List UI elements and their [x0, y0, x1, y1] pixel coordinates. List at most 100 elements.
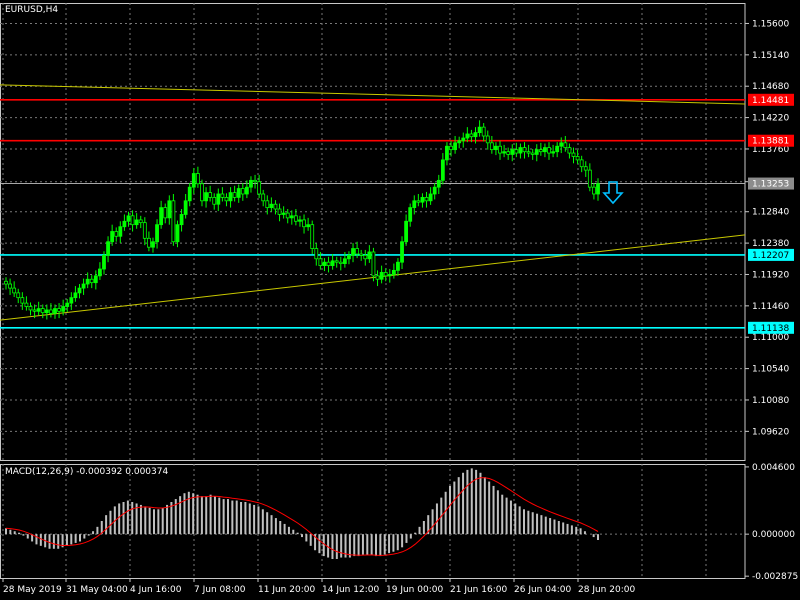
candle-body	[592, 186, 596, 195]
candle-body	[551, 151, 555, 154]
candle-body	[465, 133, 470, 139]
candle-body	[179, 214, 184, 226]
candle-body	[506, 151, 511, 155]
candle-body	[61, 306, 66, 312]
time-tick-label: 21 Jun 16:00	[450, 585, 507, 595]
candle-body	[575, 156, 580, 161]
candle-body	[44, 309, 49, 314]
candle-body	[69, 297, 74, 304]
candle-body	[273, 203, 278, 210]
candle-body	[195, 173, 200, 185]
candle-body	[77, 287, 82, 294]
candle-body	[224, 196, 229, 202]
candle-body	[440, 159, 445, 181]
candle-body	[494, 145, 498, 151]
candle-body	[4, 280, 8, 285]
price-tick-label: 1.10540	[752, 365, 789, 375]
candle-body	[338, 261, 343, 264]
candle-body	[146, 237, 151, 248]
candle-body	[322, 261, 327, 267]
candle-body	[130, 215, 135, 226]
candle-body	[155, 224, 159, 243]
level-tag-label: 1.14481	[752, 96, 789, 106]
candle-body	[489, 142, 494, 151]
price-tick-label: 1.15600	[752, 19, 789, 29]
candle-body	[167, 200, 172, 219]
candle-body	[216, 193, 221, 205]
time-tick-label: 19 Jun 00:00	[386, 585, 443, 595]
candle-body	[98, 268, 102, 277]
candle-body	[126, 215, 131, 222]
candle-body	[171, 200, 176, 243]
candle-body	[8, 283, 12, 289]
candle-body	[522, 147, 527, 153]
candle-body	[469, 133, 474, 138]
candle-body	[567, 147, 572, 154]
candle-body	[32, 309, 37, 312]
candle-body	[485, 135, 490, 144]
time-tick-label: 7 Jun 08:00	[194, 585, 246, 595]
trading-chart[interactable]: 1.156001.151401.146801.142201.137601.132…	[0, 0, 800, 600]
candle-body	[265, 200, 270, 209]
candle-body	[40, 308, 45, 314]
candle-body	[596, 183, 600, 195]
candle-body	[281, 212, 286, 215]
candle-body	[289, 215, 294, 219]
candle-body	[269, 203, 274, 209]
candle-body	[106, 241, 110, 256]
candle-body	[579, 159, 584, 168]
candle-body	[118, 226, 123, 237]
candle-body	[310, 224, 315, 249]
candle-body	[563, 142, 568, 149]
price-tick-label: 1.11920	[752, 270, 789, 280]
price-tick-label: 1.11000	[752, 333, 789, 343]
candle-body	[412, 200, 417, 209]
candle-body	[232, 192, 237, 198]
candle-body	[175, 224, 180, 243]
candle-body	[449, 145, 453, 151]
price-tick-label: 1.10080	[752, 396, 789, 406]
price-tick-label: 1.11460	[752, 302, 789, 312]
time-tick-label: 28 Jun 20:00	[578, 585, 635, 595]
candle-body	[183, 200, 188, 215]
candle-body	[191, 173, 196, 188]
candle-body	[371, 251, 376, 277]
candle-body	[481, 126, 486, 137]
candle-body	[57, 308, 61, 312]
candle-body	[534, 149, 539, 155]
candle-body	[461, 137, 466, 142]
level-tag-label: 1.13881	[752, 137, 789, 147]
candle-body	[212, 196, 217, 205]
candle-body	[122, 220, 127, 228]
candle-body	[187, 186, 192, 202]
candle-body	[510, 149, 515, 155]
candle-body	[543, 147, 547, 153]
candle-body	[477, 126, 482, 133]
candle-body	[20, 297, 25, 304]
candle-body	[253, 179, 257, 183]
candle-body	[277, 208, 282, 215]
candle-body	[65, 302, 70, 307]
candle-body	[547, 147, 551, 154]
candle-body	[432, 186, 437, 195]
price-tick-label: 1.14680	[752, 82, 789, 92]
candle-body	[302, 219, 306, 228]
time-tick-label: 28 May 2019	[3, 585, 62, 595]
bid-tag-label: 1.13253	[752, 180, 789, 190]
candle-body	[228, 192, 233, 202]
candle-body	[571, 152, 576, 157]
candle-body	[16, 292, 21, 299]
candle-body	[85, 278, 90, 285]
candle-body	[110, 231, 115, 243]
price-tick-label: 1.12380	[752, 239, 789, 249]
candle-body	[89, 278, 94, 284]
candle-body	[583, 166, 588, 171]
candle-body	[555, 145, 560, 153]
candle-body	[424, 196, 429, 202]
candle-body	[375, 275, 380, 280]
macd-tick-label: 0.000000	[752, 530, 795, 540]
candle-body	[163, 207, 168, 219]
candle-body	[236, 188, 241, 198]
time-tick-label: 11 Jun 20:00	[258, 585, 315, 595]
candle-body	[428, 193, 433, 202]
